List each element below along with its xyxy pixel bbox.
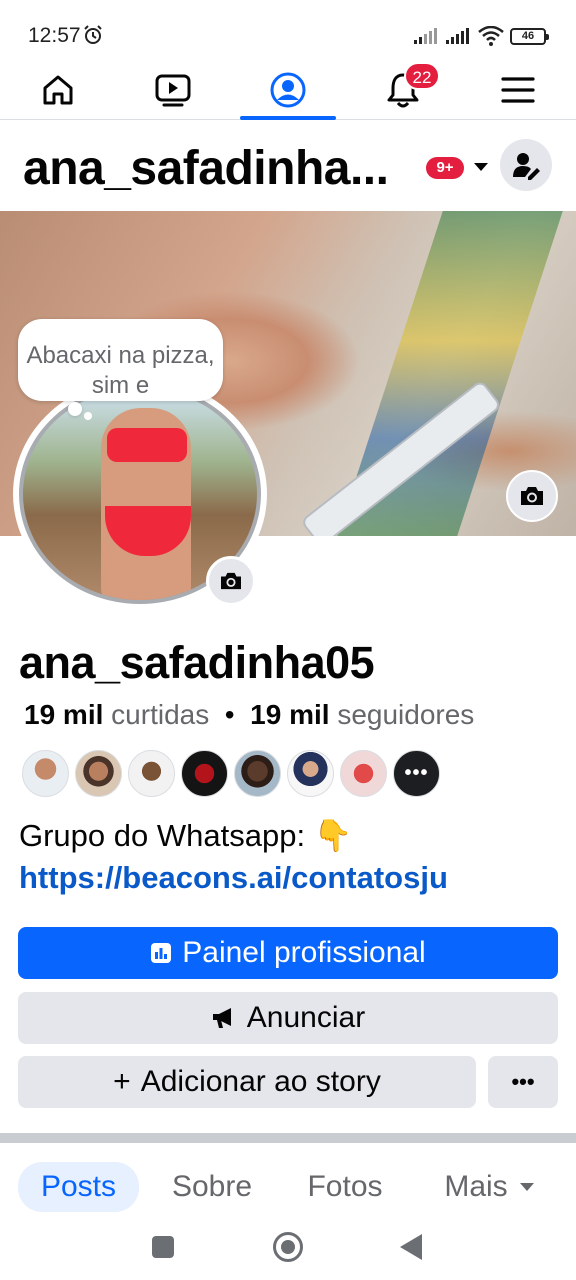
profile-note-bubble[interactable]: Abacaxi na pizza, sim e bbox=[18, 319, 223, 401]
edit-profile-picture-button[interactable] bbox=[206, 556, 256, 606]
profile-notification-badge[interactable]: 9+ bbox=[426, 157, 464, 179]
avatar[interactable] bbox=[22, 750, 69, 797]
likes-count[interactable]: 19 mil bbox=[24, 699, 103, 730]
edit-cover-photo-button[interactable] bbox=[506, 470, 558, 522]
menu-icon bbox=[501, 77, 535, 103]
advertise-button[interactable]: Anunciar bbox=[18, 992, 558, 1044]
profile-icon bbox=[270, 72, 306, 108]
profile-tabs: Posts Sobre Fotos Mais bbox=[0, 1162, 576, 1212]
likes-label[interactable]: curtidas bbox=[111, 699, 209, 730]
video-icon bbox=[155, 74, 191, 107]
add-to-story-label: Adicionar ao story bbox=[140, 1065, 381, 1098]
tab-more[interactable]: Mais bbox=[430, 1162, 548, 1212]
followers-count[interactable]: 19 mil bbox=[250, 699, 329, 730]
stats-separator: • bbox=[224, 699, 235, 730]
note-bubble-tail bbox=[84, 412, 92, 420]
status-icons: 46 bbox=[414, 26, 549, 46]
notification-count-badge: 22 bbox=[404, 62, 440, 90]
advertise-label: Anunciar bbox=[246, 1001, 366, 1034]
more-options-button[interactable]: ••• bbox=[488, 1056, 558, 1108]
section-divider bbox=[0, 1133, 576, 1143]
wifi-icon bbox=[478, 26, 504, 46]
bio-text: Grupo do Whatsapp: 👇 bbox=[19, 818, 353, 853]
battery-icon: 46 bbox=[510, 27, 549, 45]
tab-posts[interactable]: Posts bbox=[18, 1162, 139, 1212]
avatar[interactable] bbox=[181, 750, 228, 797]
tab-photos[interactable]: Fotos bbox=[293, 1162, 397, 1212]
tab-about[interactable]: Sobre bbox=[160, 1162, 264, 1212]
system-navigation-bar bbox=[0, 1212, 576, 1280]
chevron-down-icon[interactable] bbox=[474, 163, 488, 171]
tab-home[interactable] bbox=[10, 62, 106, 118]
profile-note-text: Abacaxi na pizza, sim e bbox=[26, 342, 215, 399]
recent-apps-button[interactable] bbox=[152, 1236, 174, 1258]
professional-dashboard-label: Painel profissional bbox=[182, 936, 426, 969]
profile-header: ana_safadinha... 9+ bbox=[0, 121, 576, 211]
dashboard-icon bbox=[151, 943, 172, 963]
tab-video[interactable] bbox=[125, 62, 221, 118]
user-edit-icon bbox=[513, 153, 540, 180]
add-to-story-button[interactable]: + Adicionar ao story bbox=[18, 1056, 476, 1108]
avatar[interactable] bbox=[287, 750, 334, 797]
bio-link[interactable]: https://beacons.ai/contatosju bbox=[19, 857, 448, 899]
tab-menu[interactable] bbox=[470, 62, 566, 118]
tab-profile[interactable] bbox=[240, 62, 336, 120]
header-profile-name[interactable]: ana_safadinha... bbox=[23, 141, 413, 196]
status-bar: 12:57 46 bbox=[0, 0, 576, 62]
signal-icon bbox=[414, 28, 437, 44]
avatar[interactable] bbox=[75, 750, 122, 797]
camera-icon bbox=[221, 572, 241, 590]
home-icon bbox=[43, 75, 73, 105]
tab-more-label: Mais bbox=[444, 1170, 508, 1203]
chevron-down-icon bbox=[519, 1183, 534, 1191]
back-button[interactable] bbox=[400, 1234, 422, 1260]
more-followers-button[interactable]: ••• bbox=[393, 750, 440, 797]
avatar[interactable] bbox=[340, 750, 387, 797]
plus-icon: + bbox=[113, 1065, 131, 1098]
avatar[interactable] bbox=[234, 750, 281, 797]
profile-bio: Grupo do Whatsapp: 👇 https://beacons.ai/… bbox=[19, 815, 448, 899]
home-button[interactable] bbox=[273, 1232, 303, 1262]
camera-icon bbox=[521, 487, 543, 505]
professional-dashboard-button[interactable]: Painel profissional bbox=[18, 927, 558, 979]
megaphone-icon bbox=[212, 1008, 231, 1028]
profile-stats: 19 mil curtidas • 19 mil seguidores bbox=[24, 699, 474, 731]
followers-label[interactable]: seguidores bbox=[337, 699, 474, 730]
followers-avatars: ••• bbox=[22, 750, 440, 798]
profile-photo-top bbox=[107, 428, 187, 462]
profile-name: ana_safadinha05 bbox=[19, 637, 375, 688]
note-bubble-tail bbox=[68, 402, 82, 416]
signal-icon bbox=[446, 28, 469, 44]
status-time: 12:57 bbox=[28, 24, 81, 47]
top-navigation: 22 bbox=[0, 62, 576, 120]
alarm-icon bbox=[84, 25, 102, 44]
edit-profile-button[interactable] bbox=[500, 139, 552, 191]
avatar[interactable] bbox=[128, 750, 175, 797]
